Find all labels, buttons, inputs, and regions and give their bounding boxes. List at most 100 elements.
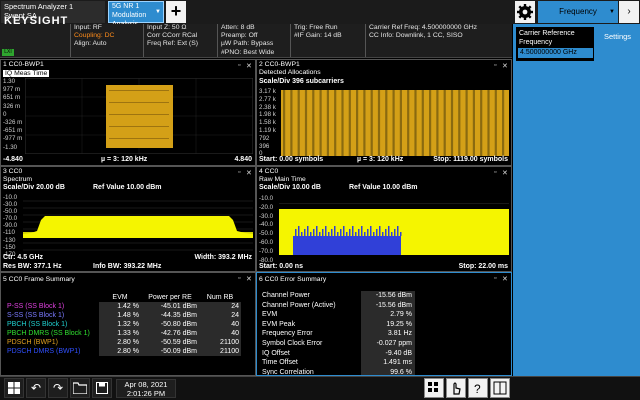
settings-tab[interactable]: Settings: [596, 26, 639, 50]
time-burst: [391, 232, 393, 236]
table-row[interactable]: PBCH (SS Block 1) 1.32 % -50.80 dBm 40: [5, 320, 241, 329]
table-row[interactable]: S-SS (SS Block 1) 1.48 % -44.35 dBm 24: [5, 311, 241, 320]
close-icon[interactable]: ✕: [246, 275, 253, 283]
span-label: Width: 393.2 MHz: [194, 254, 253, 261]
add-screen-button[interactable]: +: [166, 1, 186, 23]
table-row[interactable]: EVM 2.79 %: [259, 310, 415, 320]
window-detected-allocations[interactable]: 2 CC0-BWP1 Detected Allocations ▫ ✕ Scal…: [256, 59, 512, 166]
table-row[interactable]: Symbol Clock Error -0.027 ppm: [259, 338, 415, 349]
allocation-plot: [281, 90, 509, 156]
minimize-icon[interactable]: ▫: [494, 275, 501, 283]
metric-value: 2.79 %: [360, 310, 415, 320]
input-settings[interactable]: Input: RF Coupling: DC Align: Auto: [70, 24, 142, 57]
window-view-label: Spectrum: [3, 175, 33, 183]
window-view-label: IQ Meas Time: [3, 69, 50, 77]
window-trace-label: 3 CC0: [3, 168, 23, 175]
table-row[interactable]: PBCH DMRS (SS Block 1) 1.33 % -42.76 dBm 40: [5, 329, 241, 338]
date-time-display[interactable]: Apr 08, 2021 2:01:26 PM: [116, 379, 176, 398]
table-row[interactable]: PDSCH (BWP1) 2.80 % -50.59 dBm 21100: [5, 338, 241, 347]
input-label: Input: RF: [74, 24, 102, 31]
time-burst: [352, 226, 354, 236]
window-spectrum[interactable]: 3 CC0 Spectrum ▫ ✕ Scale/Div 20.00 dB Re…: [0, 166, 256, 272]
windows-start-button[interactable]: [4, 378, 24, 398]
save-button[interactable]: [92, 378, 112, 398]
file-button[interactable]: [70, 378, 90, 398]
num-rb-value: 40: [199, 329, 241, 338]
close-icon[interactable]: ✕: [246, 169, 253, 177]
panel-toggle-button[interactable]: ›: [619, 1, 639, 23]
scale-label: Scale/Div 396 subcarriers: [259, 78, 344, 85]
settings-button[interactable]: [515, 1, 535, 23]
table-row[interactable]: Time Offset 1.491 ms: [259, 358, 415, 368]
carrier-settings[interactable]: Carrier Ref Freq: 4.500000000 GHz CC Inf…: [365, 24, 511, 57]
carrier-ref-freq-value[interactable]: 4.500000000 GHz: [518, 48, 593, 58]
window-error-summary[interactable]: 6 CC0 Error Summary ▫ ✕ Channel Power -15…: [256, 272, 512, 376]
table-row[interactable]: Channel Power -15.56 dBm: [259, 291, 415, 301]
table-row[interactable]: Frequency Error 3.81 Hz: [259, 329, 415, 339]
correction-settings[interactable]: Input Z: 50 Ω Corr CCorr RCal Freq Ref: …: [143, 24, 217, 57]
time-burst: [298, 226, 300, 236]
redo-icon: ↷: [52, 381, 64, 395]
multiscreen-button[interactable]: [424, 378, 444, 398]
carrier-ref-freq-softkey[interactable]: Carrier Reference Frequency 4.500000000 …: [515, 26, 595, 62]
table-row[interactable]: IQ Offset -9.40 dB: [259, 348, 415, 359]
window-title: 2 CC0-BWP1 Detected Allocations: [259, 61, 321, 76]
allocation-gap: [392, 90, 395, 156]
num-rb-value: 24: [199, 302, 241, 311]
table-row[interactable]: PDSCH DMRS (BWP1) 2.80 % -50.09 dBm 21100: [5, 347, 241, 356]
allocation-gap: [429, 90, 432, 156]
help-icon: ?: [474, 382, 481, 396]
minimize-icon[interactable]: ▫: [238, 275, 245, 283]
keysight-logo: KEYSIGHT: [4, 15, 69, 27]
time-burst: [316, 226, 318, 236]
table-row[interactable]: Channel Power (Active) -15.56 dBm: [259, 300, 415, 311]
touch-button[interactable]: [446, 378, 466, 398]
minimize-icon[interactable]: ▫: [494, 169, 501, 177]
close-icon[interactable]: ✕: [502, 62, 509, 70]
metric-label: Time Offset: [262, 359, 298, 367]
constellation-plot: [25, 78, 253, 154]
menu-title: Frequency: [559, 7, 597, 16]
undo-button[interactable]: ↶: [26, 378, 46, 398]
trigger-settings[interactable]: Trig: Free Run #IF Gain: 14 dB: [290, 24, 362, 57]
close-icon[interactable]: ✕: [502, 169, 509, 177]
grid-icon: [428, 382, 438, 392]
table-row[interactable]: P-SS (SS Block 1) 1.42 % -45.01 dBm 24: [5, 302, 241, 311]
minimize-icon[interactable]: ▫: [238, 169, 245, 177]
time-burst: [385, 229, 387, 236]
allocation-gap: [370, 90, 373, 156]
menu-select[interactable]: Frequency ▼: [538, 1, 618, 23]
time-burst: [334, 226, 336, 236]
window-iq-meas-time[interactable]: 1 CC0-BWP1 IQ Meas Time ▫ ✕ 1.30 977 m 651…: [0, 59, 256, 166]
time-label: 2:01:26 PM: [126, 389, 166, 398]
allocation-gap: [326, 90, 329, 156]
allocation-gap: [334, 90, 337, 156]
layout-icon: [493, 381, 507, 395]
attenuation-settings[interactable]: Atten: 8 dB Preamp: Off µW Path: Bypass …: [217, 24, 289, 57]
minimize-icon[interactable]: ▫: [238, 62, 245, 70]
allocation-gap: [443, 90, 446, 156]
info-bw-label: Info BW: 393.22 MHz: [93, 263, 162, 270]
minimize-icon[interactable]: ▫: [494, 62, 501, 70]
layout-button[interactable]: [490, 378, 510, 398]
close-icon[interactable]: ✕: [502, 275, 509, 283]
help-button[interactable]: ?: [468, 378, 488, 398]
pno-label: #PNO: Best Wide: [221, 48, 275, 56]
mode-tab[interactable]: 5G NR 1 Modulation Analysis ▼: [108, 1, 164, 28]
table-row[interactable]: EVM Peak 19.25 %: [259, 319, 415, 330]
svg-text:?: ?: [474, 382, 481, 396]
redo-button[interactable]: ↷: [48, 378, 68, 398]
y-axis-labels: -10.0 -30.0 -50.0 -70.0 -90.0 -110 -130 -150-…: [3, 194, 18, 258]
num-rb-header: Num RB: [206, 294, 234, 301]
close-icon[interactable]: ✕: [246, 62, 253, 70]
metric-value: 1.491 ms: [360, 358, 415, 368]
table-row[interactable]: Sync Correlation 99.6 %: [259, 367, 415, 376]
window-frame-summary[interactable]: 5 CC0 Frame Summary ▫ ✕ EVM Power per RE…: [0, 272, 256, 376]
allocation-gap: [304, 90, 308, 156]
metric-label: Sync Correlation: [262, 368, 314, 376]
evm-value: 1.32 %: [99, 320, 141, 329]
evm-value: 1.48 %: [99, 311, 141, 320]
allocation-gap: [450, 90, 454, 156]
y-axis-labels: -10.0 -20.0 -30.0 -40.0 -50.0 -60.0 -70.0 -80…: [259, 195, 274, 264]
window-raw-main-time[interactable]: 4 CC0 Raw Main Time ▫ ✕ Scale/Div 10.00 …: [256, 166, 512, 272]
